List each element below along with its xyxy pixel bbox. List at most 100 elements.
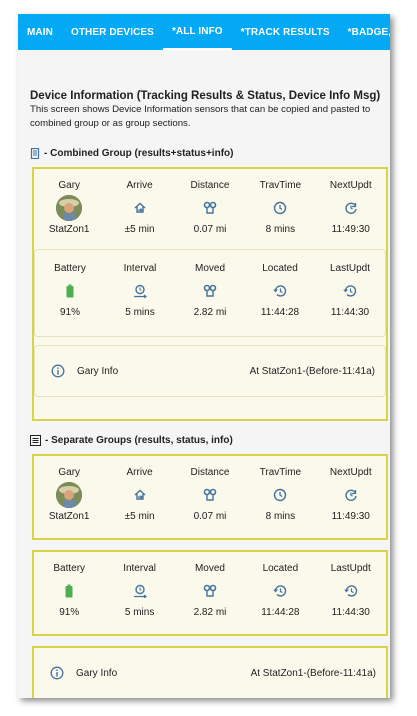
tab-all-info[interactable]: *ALL INFO [162,14,232,50]
label: NextUpdt [329,180,372,191]
value: 91% [59,307,80,318]
cell-arrive[interactable]: Arrive ±5 min [104,466,174,524]
value: 5 mins [124,607,155,618]
combined-info-row[interactable]: Gary Info At StatZon1-(Before-11:41a) [35,346,385,396]
moved-icon [203,284,217,298]
cell-battery[interactable]: Battery 91% [34,562,104,620]
cell-moved[interactable]: Moved 2.82 mi [175,562,245,620]
label: Battery [53,563,86,574]
info-location: At StatZon1-(Before-11:41a) [249,365,375,377]
label: Arrive [126,180,153,191]
value: StatZon1 [48,511,90,522]
history-icon [273,584,287,598]
tab-other-devices[interactable]: OTHER DEVICES [62,14,163,50]
separate-info-row[interactable]: Gary Info At StatZon1-(Before-11:41a) [34,648,386,698]
separate-results-row: Gary StatZon1 Arrive ±5 min Distance 0.0… [34,466,386,524]
separate-info-card: Gary Info At StatZon1-(Before-11:41a) [32,646,388,698]
label: TravTime [259,180,302,191]
avatar [56,195,83,221]
label: Gary [58,180,81,191]
distance-icon [203,488,217,502]
value: 11:44:30 [331,607,370,618]
clock-icon [273,488,287,502]
value: 0.07 mi [193,511,227,522]
history-icon [273,284,287,298]
cell-gary[interactable]: Gary StatZon1 [34,179,104,237]
value: 11:44:28 [261,607,300,618]
separate-status-card: Battery 91% Interval 5 mins Moved 2.82 m… [32,550,388,636]
value: 11:49:30 [331,511,370,522]
label: LastUpdt [329,263,371,274]
label: Moved [194,563,225,574]
cell-lastupdt[interactable]: LastUpdt 11:44:30 [316,562,386,620]
tab-badge-bat[interactable]: *BADGE, BAT [339,14,390,50]
cell-distance[interactable]: Distance 0.07 mi [175,179,245,237]
label: Located [262,563,299,574]
page-title: Device Information (Tracking Results & S… [30,90,381,102]
history-icon [344,584,358,598]
interval-icon [133,584,147,598]
tab-track-results[interactable]: *TRACK RESULTS [232,14,339,50]
refresh-clock-icon [344,488,358,502]
refresh-clock-icon [344,201,358,215]
value: 11:49:30 [331,224,370,235]
arrive-icon [133,201,147,215]
label: Located [262,263,298,274]
value: 5 mins [125,307,155,318]
value: 91% [59,607,80,618]
cell-interval[interactable]: Interval 5 mins [105,262,175,320]
combined-group-label: - Combined Group (results+status+info) [44,148,234,159]
value: 8 mins [265,224,296,235]
value: 8 mins [265,511,296,522]
combined-info-card: Gary Info At StatZon1-(Before-11:41a) [34,345,386,397]
separate-groups-title: - Separate Groups (results, status, info… [18,435,390,446]
tab-bar: MAIN OTHER DEVICES *ALL INFO *TRACK RESU… [18,14,390,50]
value: 2.82 mi [193,607,227,618]
cell-nextupdt[interactable]: NextUpdt 11:49:30 [316,179,386,237]
separate-status-row: Battery 91% Interval 5 mins Moved 2.82 m… [34,562,386,620]
description-line-2: combined group or as group sections. [30,118,191,129]
cell-lastupdt[interactable]: LastUpdt 11:44:30 [315,262,385,320]
value: 2.82 mi [193,307,227,318]
separate-groups-label: - Separate Groups (results, status, info… [45,435,233,446]
value: 0.07 mi [193,224,227,235]
header: Device Information (Tracking Results & S… [18,50,390,130]
cell-located[interactable]: Located 11:44:28 [245,562,315,620]
value: 11:44:30 [330,307,370,318]
info-name: Gary Info [76,667,118,679]
label: Battery [54,263,86,274]
cell-travtime[interactable]: TravTime 8 mins [245,466,315,524]
cell-located[interactable]: Located 11:44:28 [245,262,315,320]
cell-travtime[interactable]: TravTime 8 mins [245,179,315,237]
info-icon [50,666,64,680]
label: NextUpdt [329,467,372,478]
battery-icon [65,284,75,298]
combined-group: Gary StatZon1 Arrive ±5 min Distance 0.0… [32,167,388,421]
label: LastUpdt [330,563,371,574]
combined-status-card: Battery 91% Interval 5 mins Moved 2.82 m… [34,249,386,337]
battery-icon [64,584,74,598]
cell-arrive[interactable]: Arrive ±5 min [104,179,174,237]
value: StatZon1 [48,224,90,235]
cell-nextupdt[interactable]: NextUpdt 11:49:30 [316,466,386,524]
cell-moved[interactable]: Moved 2.82 mi [175,262,245,320]
cell-gary[interactable]: Gary StatZon1 [34,466,104,524]
value: 11:44:28 [260,307,300,318]
separate-results-card: Gary StatZon1 Arrive ±5 min Distance 0.0… [32,454,388,540]
cell-battery[interactable]: Battery 91% [35,262,105,320]
value: ±5 min [124,224,155,235]
label: TravTime [259,467,302,478]
interval-icon [133,284,147,298]
cell-distance[interactable]: Distance 0.07 mi [175,466,245,524]
combined-group-title: - Combined Group (results+status+info) [18,148,390,159]
combined-status-row: Battery 91% Interval 5 mins Moved 2.82 m… [35,262,385,320]
label: Interval [123,563,156,574]
history-icon [343,284,357,298]
value: ±5 min [124,511,155,522]
list-icon [30,435,41,446]
label: Distance [190,180,230,191]
label: Arrive [126,467,153,478]
tab-main[interactable]: MAIN [18,14,62,50]
label: Distance [190,467,230,478]
cell-interval[interactable]: Interval 5 mins [104,562,174,620]
